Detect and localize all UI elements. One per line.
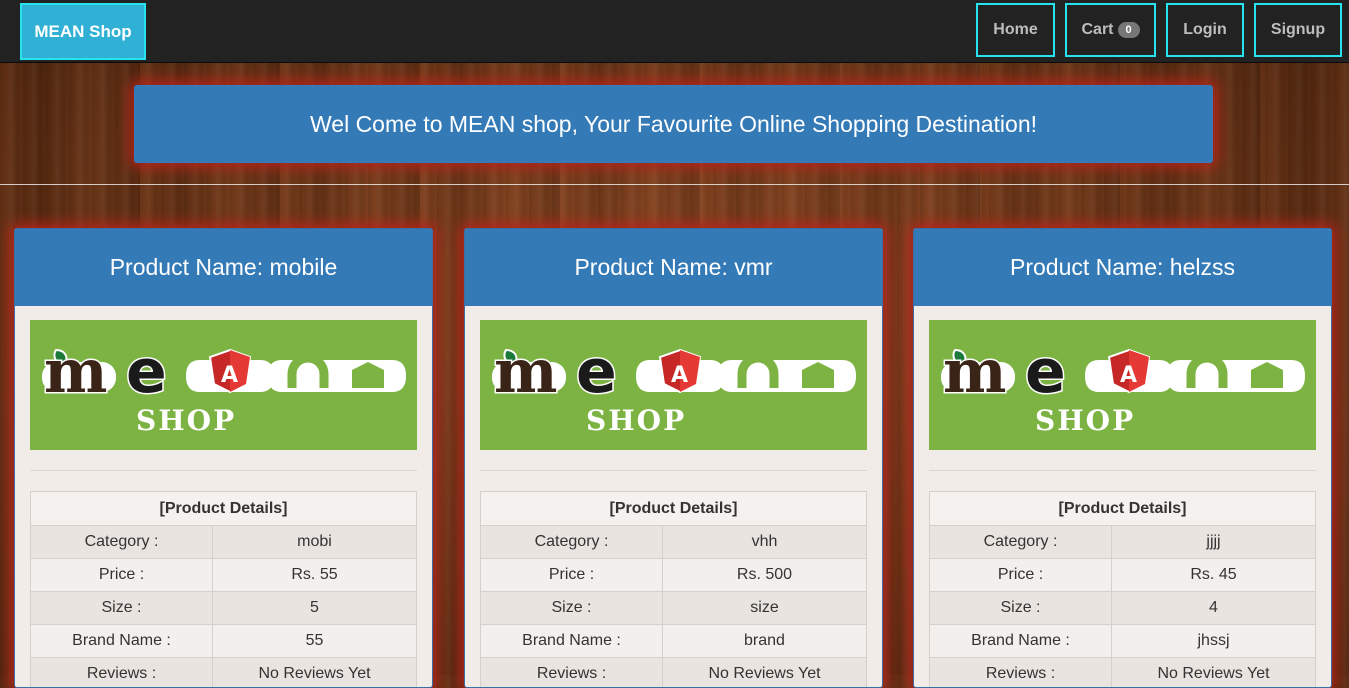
details-row: Price :Rs. 55 [31,559,417,592]
mean-shop-logo-graphic: m e A SHOP [480,320,867,450]
details-value: vhh [663,526,867,559]
nav-home-button[interactable]: Home [976,3,1055,57]
welcome-text: Wel Come to MEAN shop, Your Favourite On… [310,111,1037,138]
details-row: Brand Name :brand [481,625,867,658]
welcome-banner: Wel Come to MEAN shop, Your Favourite On… [134,85,1213,163]
details-row: Size :4 [930,592,1316,625]
svg-text:A: A [1120,363,1137,388]
details-value: 4 [1112,592,1316,625]
details-row: Size :5 [31,592,417,625]
details-label: Price : [930,559,1112,592]
product-details-table: [Product Details] Category :vhhPrice :Rs… [480,491,867,688]
product-card-header: Product Name: vmr [465,229,882,306]
details-value: Rs. 55 [213,559,417,592]
details-row: Category :mobi [31,526,417,559]
nav-home-label: Home [993,21,1037,39]
svg-text:e: e [126,337,167,407]
details-row: Reviews :No Reviews Yet [31,658,417,688]
details-value: No Reviews Yet [663,658,867,688]
details-row: Brand Name :jhssj [930,625,1316,658]
details-value: 55 [213,625,417,658]
product-details-body: Category :mobiPrice :Rs. 55Size :5Brand … [31,526,417,688]
details-label: Category : [481,526,663,559]
svg-text:m: m [44,337,108,407]
product-card-2: Product Name: vmr m e A [464,228,883,688]
product-card-header: Product Name: mobile [15,229,432,306]
details-label: Category : [31,526,213,559]
product-title: Product Name: vmr [574,254,772,281]
divider [0,184,1349,185]
logo-shop-text: SHOP [586,404,686,437]
details-row: Price :Rs. 500 [481,559,867,592]
svg-text:e: e [1025,337,1066,407]
brand-button[interactable]: MEAN Shop [20,3,146,60]
details-label: Reviews : [930,658,1112,688]
mean-shop-logo: m e A SHOP [480,320,867,450]
product-title: Product Name: mobile [110,254,338,281]
card-separator [929,470,1316,471]
details-value: size [663,592,867,625]
details-value: mobi [213,526,417,559]
product-details-header: [Product Details] [930,492,1316,526]
details-value: Rs. 45 [1112,559,1316,592]
product-details-body: Category :vhhPrice :Rs. 500Size :sizeBra… [481,526,867,688]
mean-shop-logo: m e A SHOP [929,320,1316,450]
details-label: Reviews : [481,658,663,688]
details-label: Size : [31,592,213,625]
logo-shop-text: SHOP [136,404,236,437]
details-row: Size :size [481,592,867,625]
product-details-table: [Product Details] Category :mobiPrice :R… [30,491,417,688]
mean-shop-logo-graphic: m e A SHOP [30,320,417,450]
svg-text:A: A [221,363,238,388]
nav-login-label: Login [1183,21,1227,39]
product-card-1: Product Name: mobile m e A [14,228,433,688]
details-row: Category :vhh [481,526,867,559]
logo-shop-text: SHOP [1035,404,1135,437]
details-value: jhssj [1112,625,1316,658]
navbar: MEAN Shop Home Cart 0 Login Signup [0,0,1349,63]
details-value: No Reviews Yet [213,658,417,688]
details-label: Brand Name : [31,625,213,658]
details-label: Brand Name : [930,625,1112,658]
details-label: Price : [31,559,213,592]
details-row: Reviews :No Reviews Yet [930,658,1316,688]
mean-shop-logo-graphic: m e A SHOP [929,320,1316,450]
product-details-body: Category :jjjjPrice :Rs. 45Size :4Brand … [930,526,1316,688]
product-details-header: [Product Details] [31,492,417,526]
svg-text:A: A [671,363,688,388]
details-label: Category : [930,526,1112,559]
nav-cart-button[interactable]: Cart 0 [1065,3,1156,57]
details-label: Brand Name : [481,625,663,658]
details-row: Brand Name :55 [31,625,417,658]
card-separator [30,470,417,471]
nav-signup-button[interactable]: Signup [1254,3,1342,57]
cart-count-badge: 0 [1118,22,1140,38]
details-row: Reviews :No Reviews Yet [481,658,867,688]
details-value: No Reviews Yet [1112,658,1316,688]
svg-text:e: e [576,337,617,407]
product-card-header: Product Name: helzss [914,229,1331,306]
svg-text:m: m [494,337,558,407]
mean-shop-logo: m e A SHOP [30,320,417,450]
details-value: brand [663,625,867,658]
nav-login-button[interactable]: Login [1166,3,1244,57]
product-details-table: [Product Details] Category :jjjjPrice :R… [929,491,1316,688]
nav-signup-label: Signup [1271,21,1325,39]
details-row: Price :Rs. 45 [930,559,1316,592]
details-label: Size : [930,592,1112,625]
details-value: 5 [213,592,417,625]
details-row: Category :jjjj [930,526,1316,559]
svg-text:m: m [943,337,1007,407]
details-value: jjjj [1112,526,1316,559]
details-label: Size : [481,592,663,625]
details-label: Price : [481,559,663,592]
product-card-3: Product Name: helzss m e A [913,228,1332,688]
card-separator [480,470,867,471]
product-details-header: [Product Details] [481,492,867,526]
details-label: Reviews : [31,658,213,688]
nav-cart-label: Cart [1081,21,1113,39]
product-title: Product Name: helzss [1010,254,1235,281]
details-value: Rs. 500 [663,559,867,592]
